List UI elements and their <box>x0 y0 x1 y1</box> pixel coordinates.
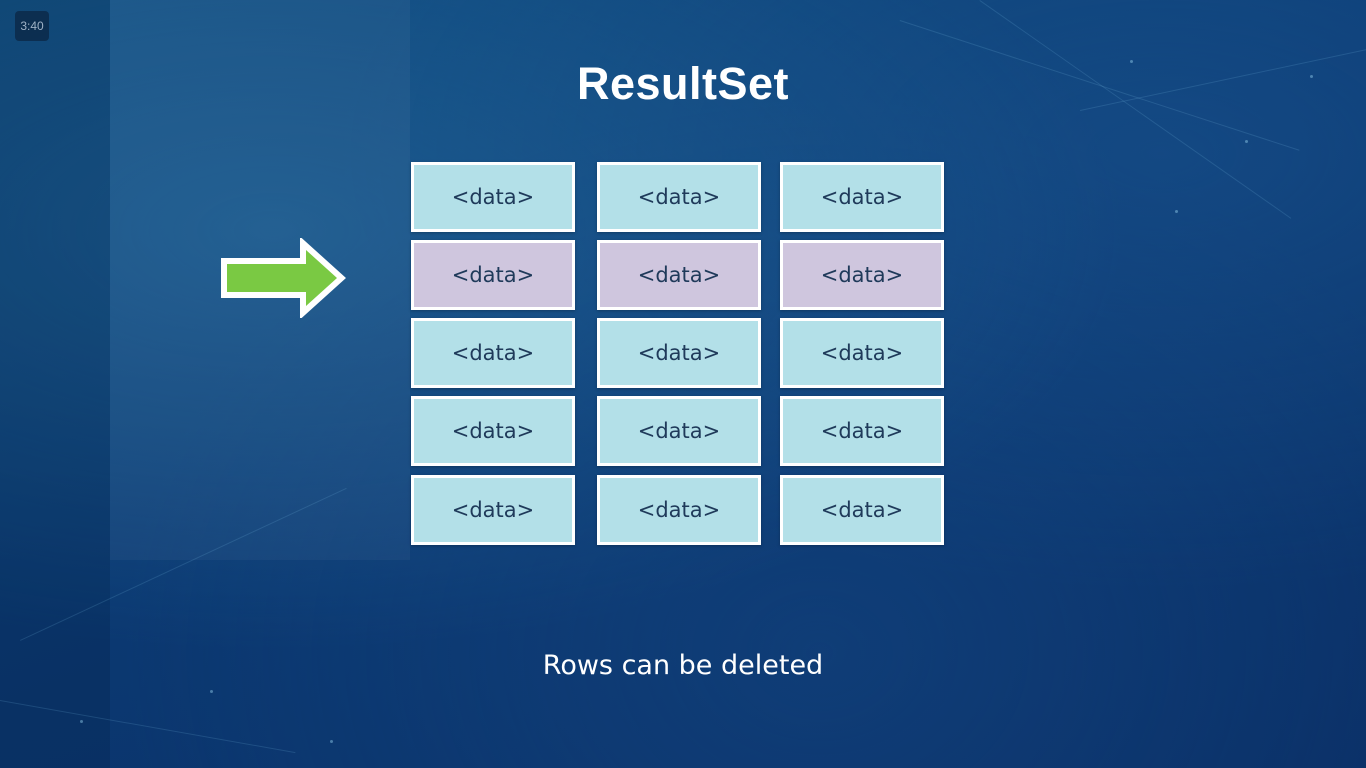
result-cell: <data> <box>597 475 761 545</box>
result-cell: <data> <box>780 475 944 545</box>
slide-caption: Rows can be deleted <box>542 650 824 681</box>
result-cell: <data> <box>411 162 575 232</box>
result-cell: <data> <box>597 162 761 232</box>
result-cell: <data> <box>780 318 944 388</box>
result-cell: <data> <box>411 475 575 545</box>
selected-row-cell: <data> <box>411 240 575 310</box>
result-cell: <data> <box>597 318 761 388</box>
result-cell: <data> <box>597 396 761 466</box>
result-cell: <data> <box>780 396 944 466</box>
selected-row-cell: <data> <box>780 240 944 310</box>
result-cell: <data> <box>411 396 575 466</box>
result-cell: <data> <box>780 162 944 232</box>
result-cell: <data> <box>411 318 575 388</box>
selected-row-cell: <data> <box>597 240 761 310</box>
